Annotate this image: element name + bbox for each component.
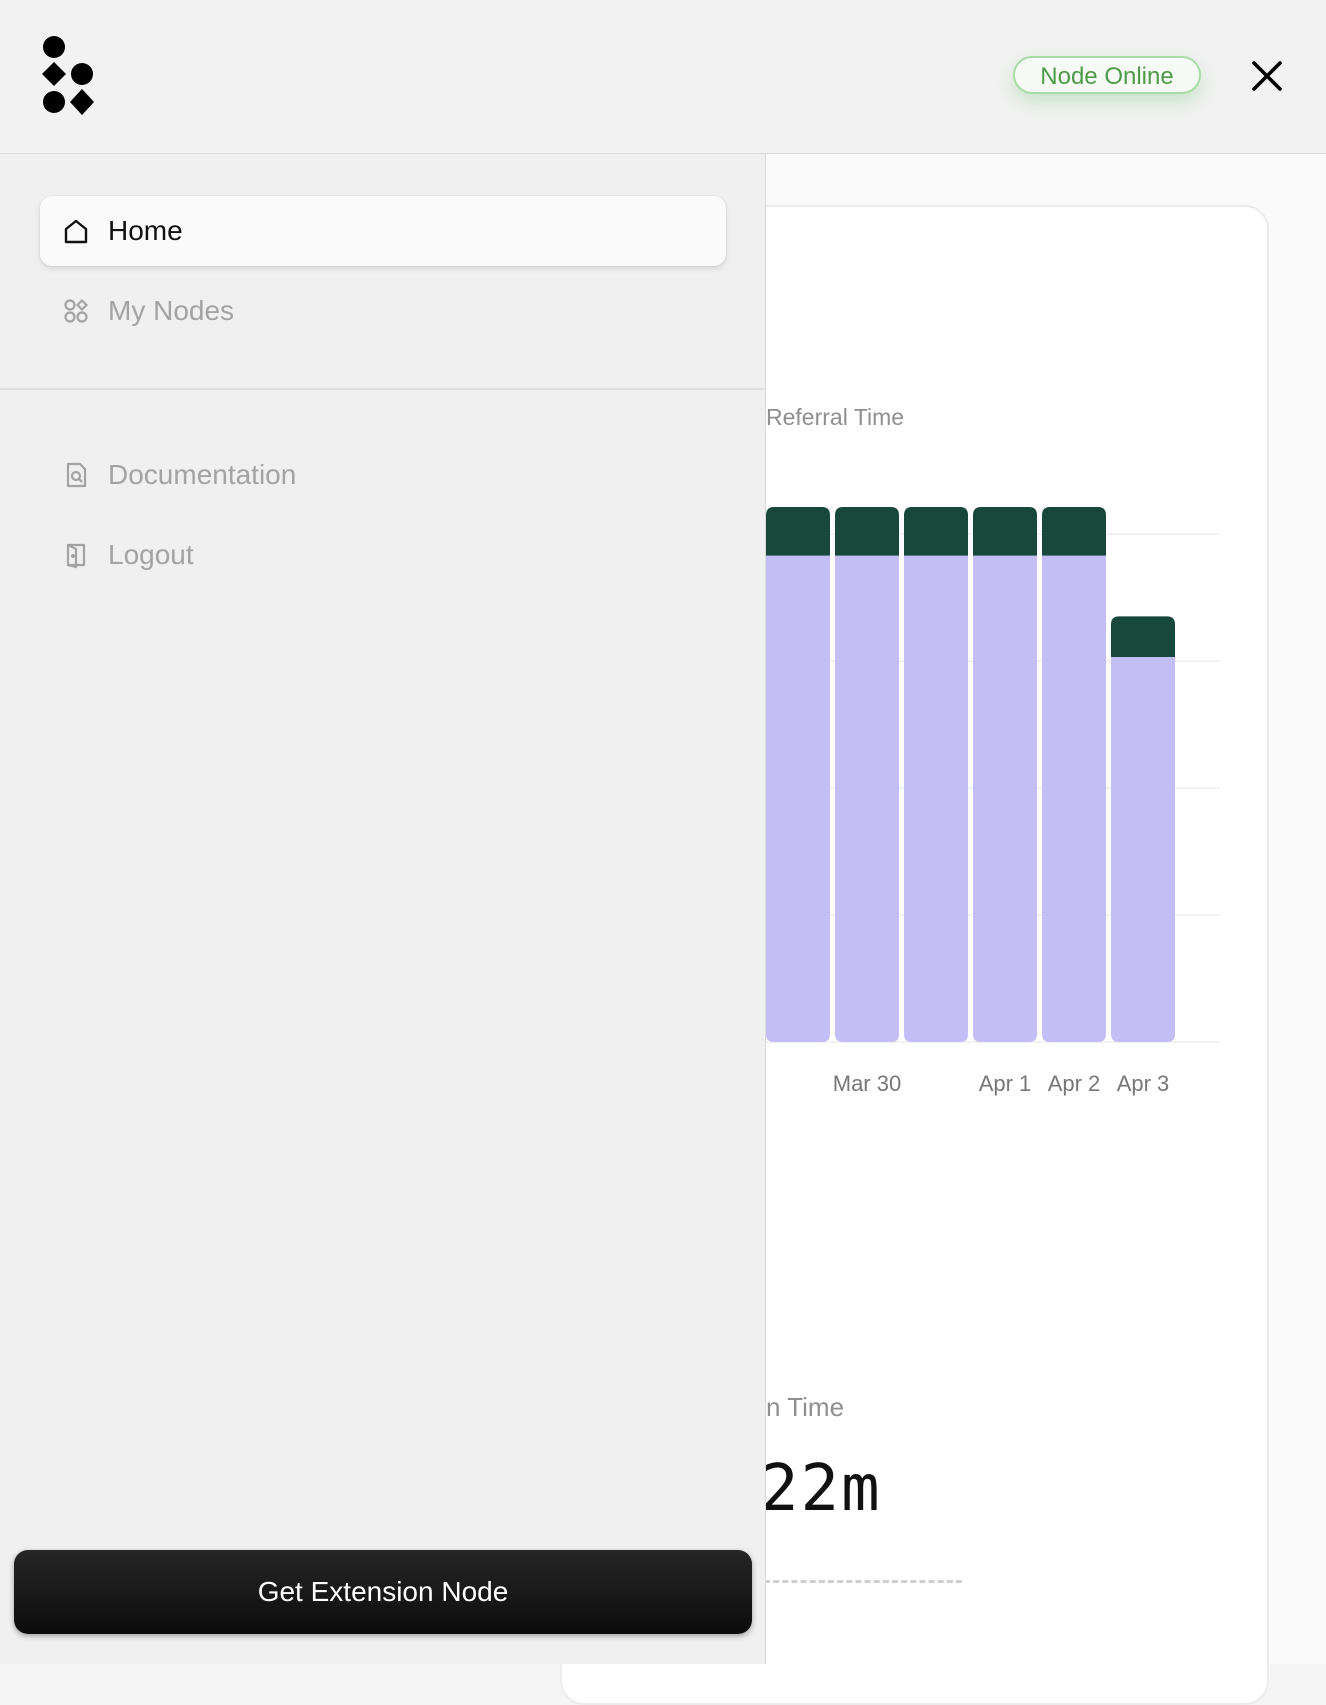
close-icon[interactable]	[1249, 58, 1285, 94]
node-status-badge: Node Online	[1013, 56, 1201, 94]
x-tick-label: Apr 3	[1117, 1071, 1170, 1096]
bar-segment-primary[interactable]	[766, 555, 830, 1042]
document-search-icon	[62, 461, 90, 489]
get-extension-node-button[interactable]: Get Extension Node	[14, 1550, 752, 1634]
bar-segment-primary[interactable]	[904, 555, 968, 1042]
x-tick-label: Apr 2	[1048, 1071, 1101, 1096]
sidebar-item-label: Home	[108, 215, 183, 246]
x-tick-label: Apr 1	[979, 1071, 1032, 1096]
stat-label: n Time	[766, 1392, 845, 1422]
sidebar-item-documentation[interactable]: Documentation	[40, 440, 726, 510]
sidebar-item-logout[interactable]: Logout	[40, 520, 726, 590]
sidebar-item-label: Documentation	[108, 459, 297, 490]
bar-segment-top[interactable]	[1042, 507, 1106, 556]
top-header: Node Online	[0, 0, 1326, 154]
sidebar-item-label: My Nodes	[108, 295, 235, 326]
bar-segment-top[interactable]	[835, 507, 899, 556]
x-tick-label: Mar 30	[833, 1071, 901, 1096]
sidebar-divider	[0, 388, 766, 390]
bar-segment-top[interactable]	[766, 507, 830, 556]
bar-segment-primary[interactable]	[973, 555, 1037, 1042]
bar-segment-top[interactable]	[904, 507, 968, 556]
logout-door-icon	[62, 541, 90, 569]
bar-segment-primary[interactable]	[1042, 555, 1106, 1042]
chart-legend-label: Referral Time	[766, 404, 905, 430]
brand-logo-icon[interactable]	[40, 35, 96, 115]
bar-segment-primary[interactable]	[835, 555, 899, 1042]
stat-value: 22m	[760, 1452, 882, 1526]
bar-segment-primary[interactable]	[1111, 656, 1175, 1042]
sidebar-item-label: Logout	[108, 539, 194, 570]
home-icon	[62, 217, 90, 245]
bar-segment-top[interactable]	[973, 507, 1037, 556]
sidebar-drawer: Home My Nodes Documentation Logout Get E…	[0, 154, 766, 1664]
bar-segment-top[interactable]	[1111, 616, 1175, 657]
sidebar-item-my-nodes[interactable]: My Nodes	[40, 276, 726, 346]
nodes-icon	[62, 297, 90, 325]
sidebar-item-home[interactable]: Home	[40, 196, 726, 266]
